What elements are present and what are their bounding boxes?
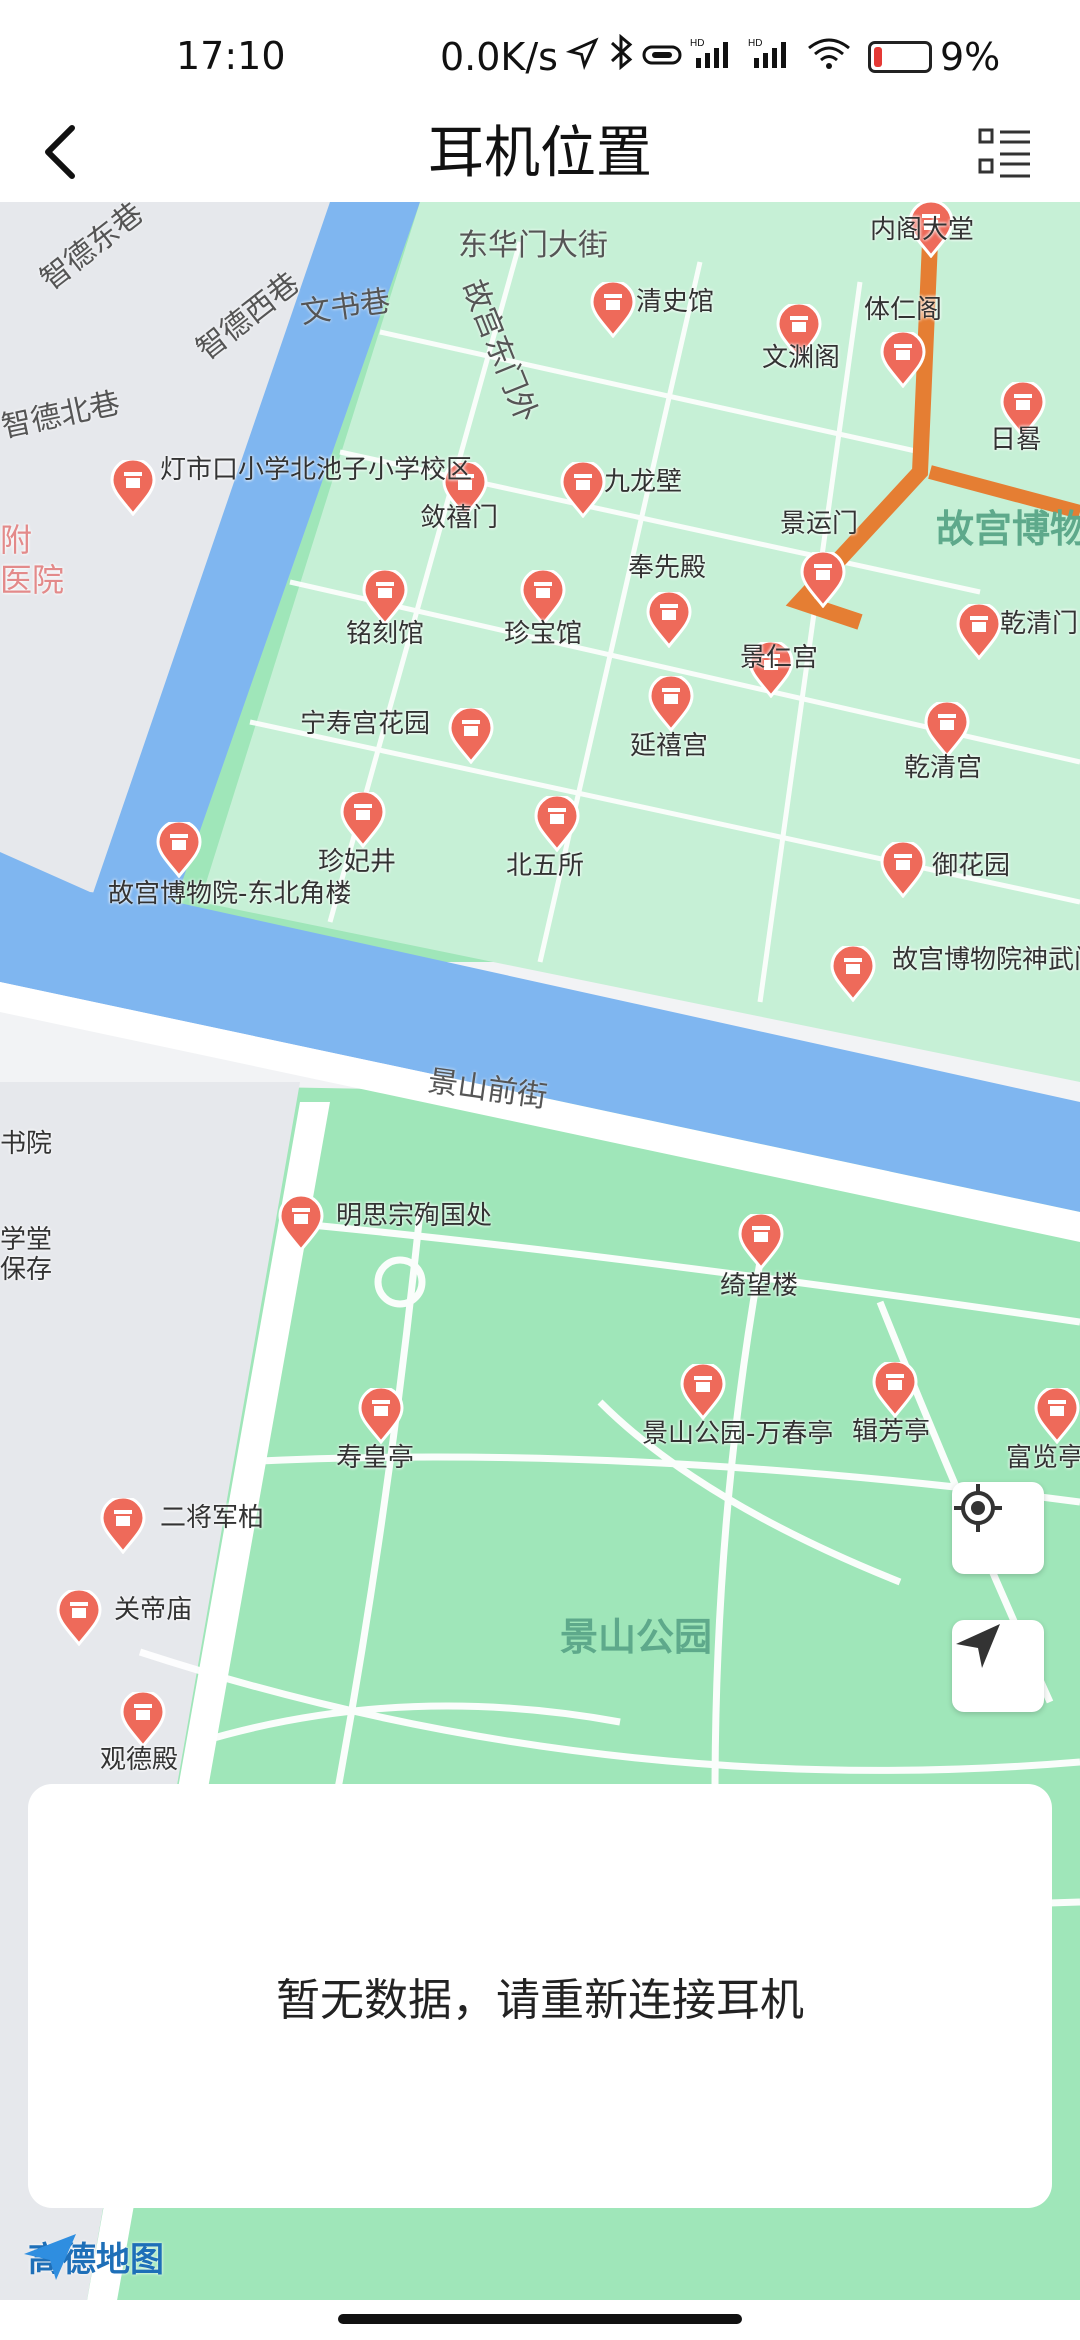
poi-label[interactable]: 宁寿宫花园 [300,708,430,740]
hd-signal-icon: HD [690,35,740,79]
network-speed: 0.0K/s [440,34,558,79]
status-time: 17:10 [176,34,286,78]
poi-pin-icon[interactable] [880,842,926,898]
wifi-icon [806,35,852,79]
poi-label: 医院 [0,561,65,599]
area-label: 故宫博物 [936,507,1080,551]
poi-pin-icon[interactable] [340,792,386,848]
status-panel: 暂无数据，请重新连接耳机 [28,1784,1052,2208]
poi-pin-icon[interactable] [956,604,1002,660]
poi-label[interactable]: 二将军柏 [160,1502,264,1534]
poi-label: 书院 [0,1129,53,1159]
bluetooth-icon [608,33,634,79]
poi-label[interactable]: 明思宗殉国处 [336,1200,492,1232]
poi-label[interactable]: 故宫博物院-东北角楼 [108,878,351,910]
map-logo: 高德地图 [22,2232,164,2281]
poi-label[interactable]: 文渊阁 [762,342,840,374]
poi-pin-icon[interactable] [110,460,156,516]
poi-pin-icon[interactable] [924,702,970,758]
poi-label[interactable]: 日晷 [990,424,1042,456]
poi-pin-icon[interactable] [278,1196,324,1252]
poi-label[interactable]: 体仁阁 [864,294,942,326]
poi-label[interactable]: 内阁大堂 [870,214,974,246]
home-indicator[interactable] [338,2314,742,2324]
status-bar: 17:10 0.0K/s HD HD 9% [0,0,1080,110]
list-icon [978,128,1032,186]
poi-label[interactable]: 观德殿 [100,1744,178,1776]
poi-label[interactable]: 景仁宫 [740,642,818,674]
poi-label[interactable]: 九龙壁 [604,466,682,498]
poi-pin-icon[interactable] [830,946,876,1002]
no-data-message: 暂无数据，请重新连接耳机 [276,1975,804,2026]
poi-pin-icon[interactable] [56,1590,102,1646]
poi-label[interactable]: 绮望楼 [720,1270,798,1302]
poi-pin-icon[interactable] [1034,1388,1080,1444]
poi-pin-icon[interactable] [590,282,636,338]
link-icon [642,35,682,79]
poi-pin-icon[interactable] [100,1498,146,1554]
poi-label[interactable]: 清史馆 [636,286,714,318]
status-icons: 0.0K/s HD HD 9% [440,33,1001,79]
battery-icon [867,40,932,73]
poi-pin-icon[interactable] [880,332,926,388]
poi-label[interactable]: 乾清门 [1000,608,1078,640]
page-title: 耳机位置 [428,121,652,186]
home-indicator-area [0,2300,1080,2340]
poi-label[interactable]: 珍宝馆 [504,618,582,650]
poi-label[interactable]: 关帝庙 [114,1594,192,1626]
poi-label[interactable]: 故宫博物院神武门 [892,944,1080,976]
poi-pin-icon[interactable] [648,676,694,732]
location-arrow-icon [565,35,600,79]
area-label: 景山公园 [560,1615,713,1659]
poi-label[interactable]: 寿皇亭 [336,1442,414,1474]
poi-pin-icon[interactable] [872,1362,918,1418]
hd-signal-icon: HD [748,35,798,79]
list-menu-button[interactable] [978,122,1032,182]
poi-label[interactable]: 景山公园-万春亭 [642,1418,833,1450]
navigate-button[interactable] [952,1620,1044,1712]
poi-pin-icon[interactable] [560,462,606,518]
poi-label: 保存 [0,1255,53,1285]
top-bar: 耳机位置 [0,110,1080,202]
poi-label[interactable]: 富览亭 [1006,1442,1080,1474]
poi-label[interactable]: 敛禧门 [420,502,498,534]
poi-pin-icon[interactable] [680,1364,726,1420]
poi-pin-icon[interactable] [448,708,494,764]
poi-pin-icon[interactable] [534,796,580,852]
poi-label: 学堂 [0,1225,53,1255]
locate-button[interactable] [952,1482,1044,1574]
svg-text:HD: HD [748,38,762,49]
poi-label[interactable]: 辑芳亭 [852,1416,930,1448]
poi-label[interactable]: 珍妃井 [318,846,396,878]
poi-label[interactable]: 北五所 [506,850,584,882]
poi-label[interactable]: 奉先殿 [628,552,706,584]
svg-text:HD: HD [690,38,704,49]
poi-label[interactable]: 景运门 [780,508,858,540]
poi-label: 附 [0,521,33,559]
poi-pin-icon[interactable] [800,552,846,608]
street-label: 东华门大街 [458,228,608,263]
poi-pin-icon[interactable] [738,1214,784,1270]
poi-label[interactable]: 御花园 [932,850,1010,882]
poi-label[interactable]: 灯市口小学北池子小学校区 [160,454,472,486]
poi-label[interactable]: 乾清宫 [904,752,982,784]
poi-pin-icon[interactable] [120,1692,166,1748]
poi-pin-icon[interactable] [646,592,692,648]
poi-label[interactable]: 铭刻馆 [346,618,424,650]
poi-pin-icon[interactable] [156,822,202,878]
battery-percent: 9% [939,34,1001,79]
poi-label[interactable]: 延禧宫 [630,730,708,762]
poi-pin-icon[interactable] [358,1388,404,1444]
